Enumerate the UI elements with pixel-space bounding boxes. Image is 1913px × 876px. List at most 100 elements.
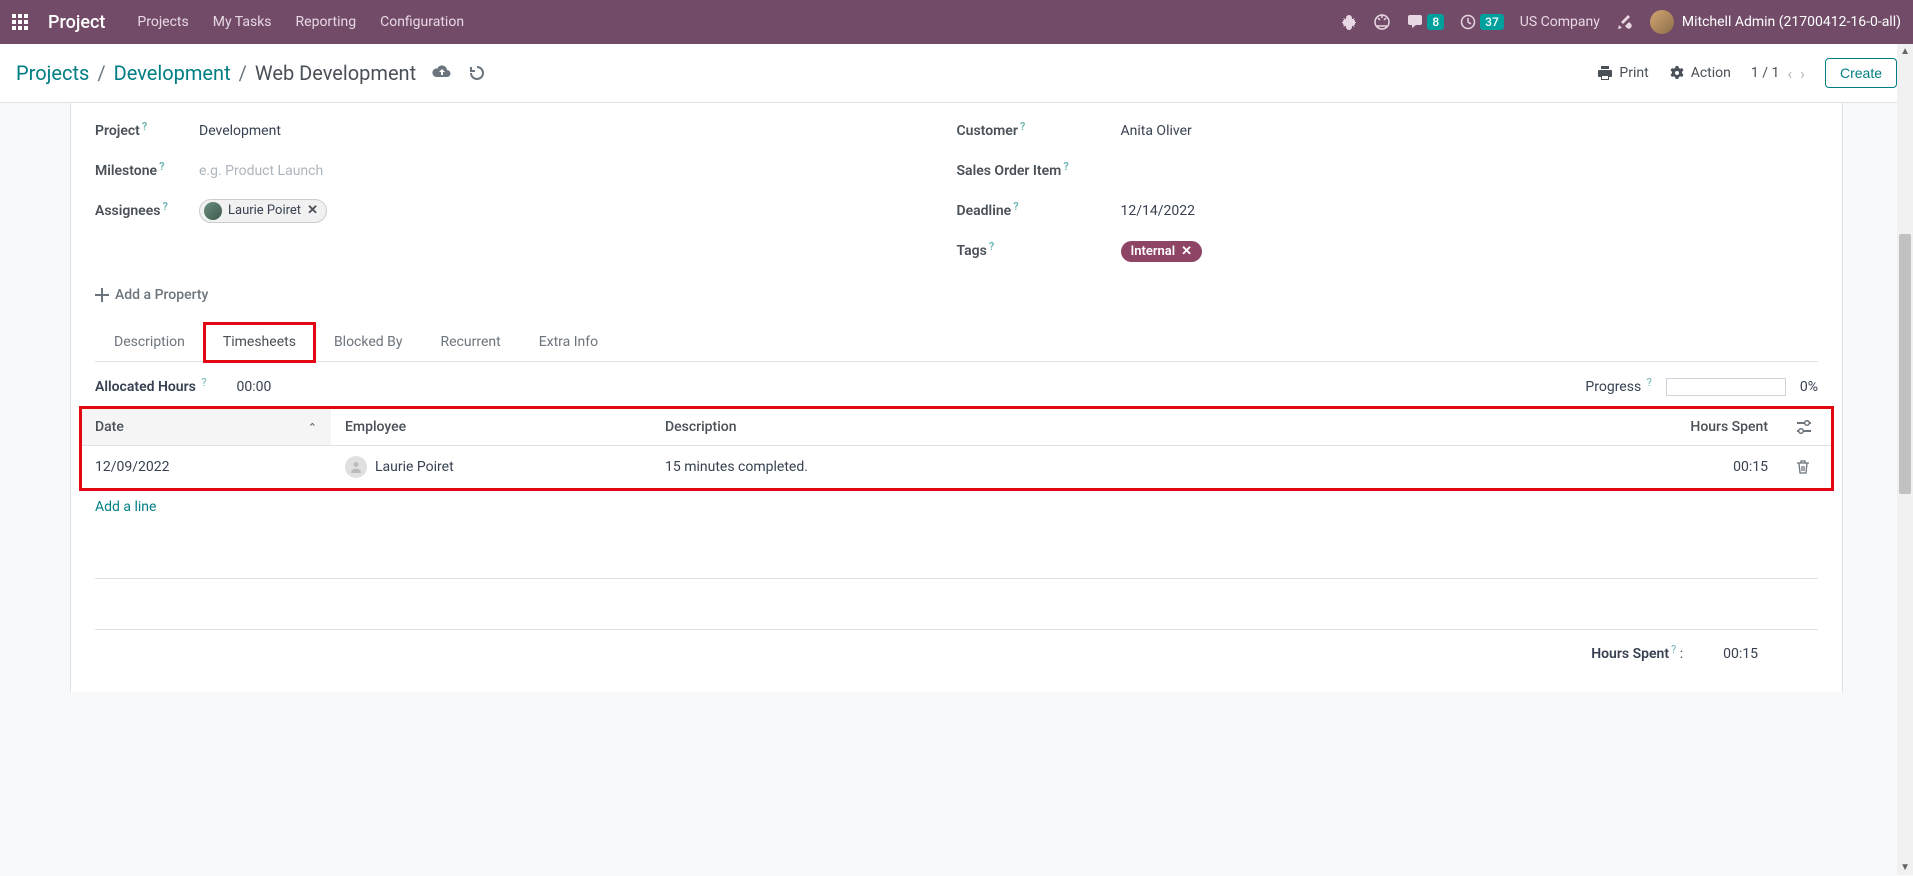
menu-projects[interactable]: Projects <box>137 14 188 30</box>
help-icon[interactable]: ? <box>1063 160 1068 173</box>
add-property-button[interactable]: Add a Property <box>71 271 1842 319</box>
table-header-row: Date⌃ Employee Description Hours Spent <box>81 409 1832 446</box>
tag-chip-internal[interactable]: Internal ✕ <box>1121 241 1203 262</box>
label-customer: Customer? <box>957 123 1117 139</box>
label-milestone: Milestone? <box>95 163 195 179</box>
cell-description[interactable]: 15 minutes completed. <box>651 446 1632 489</box>
label-allocated-hours: Allocated Hours <box>95 379 196 395</box>
help-icon[interactable]: ? <box>989 240 994 253</box>
form-wrapper: Project? Development Milestone? e.g. Pro… <box>0 103 1913 876</box>
support-icon[interactable] <box>1373 13 1391 31</box>
field-milestone[interactable]: e.g. Product Launch <box>195 163 957 179</box>
user-avatar <box>1650 10 1674 34</box>
cell-date[interactable]: 12/09/2022 <box>81 446 331 489</box>
app-brand[interactable]: Project <box>48 12 105 33</box>
field-deadline[interactable]: 12/14/2022 <box>1117 203 1819 219</box>
col-employee[interactable]: Employee <box>331 409 651 446</box>
navbar-menu: Projects My Tasks Reporting Configuratio… <box>137 14 464 30</box>
label-sales-order-item: Sales Order Item? <box>957 163 1117 179</box>
table-row[interactable]: 12/09/2022 Laurie Poiret 15 minutes comp… <box>81 446 1832 489</box>
bug-icon[interactable] <box>1341 14 1357 30</box>
help-icon[interactable]: ? <box>159 160 164 173</box>
tabs: Description Timesheets Blocked By Recurr… <box>95 323 1818 362</box>
label-progress: Progress <box>1585 379 1641 395</box>
form-sheet: Project? Development Milestone? e.g. Pro… <box>70 103 1843 692</box>
col-hours-spent[interactable]: Hours Spent <box>1632 409 1782 446</box>
menu-my-tasks[interactable]: My Tasks <box>213 14 272 30</box>
tab-extra-info[interactable]: Extra Info <box>520 323 617 361</box>
scrollbar[interactable]: ▲ ▼ <box>1897 44 1913 875</box>
cell-hours[interactable]: 00:15 <box>1632 446 1782 489</box>
col-description[interactable]: Description <box>651 409 1632 446</box>
help-icon[interactable]: ? <box>1020 120 1025 133</box>
totals-row: Hours Spent? : 00:15 <box>95 629 1818 662</box>
field-assignees[interactable]: Laurie Poiret ✕ <box>195 199 957 224</box>
discard-icon[interactable] <box>468 64 486 82</box>
top-navbar: Project Projects My Tasks Reporting Conf… <box>0 0 1913 44</box>
delete-row-icon[interactable] <box>1796 459 1818 475</box>
sort-asc-icon: ⌃ <box>308 421 317 434</box>
timesheet-table: Date⌃ Employee Description Hours Spent <box>81 408 1832 489</box>
add-line-button[interactable]: Add a line <box>71 489 1842 525</box>
help-icon[interactable]: ? <box>1671 643 1676 656</box>
messages-icon[interactable]: 8 <box>1407 14 1444 30</box>
col-settings[interactable] <box>1782 409 1832 446</box>
tab-recurrent[interactable]: Recurrent <box>421 323 519 361</box>
assignee-chip[interactable]: Laurie Poiret ✕ <box>199 199 327 223</box>
breadcrumb-sep: / <box>239 61 247 85</box>
timesheet-table-highlight: Date⌃ Employee Description Hours Spent <box>81 408 1832 489</box>
tab-description[interactable]: Description <box>95 323 204 361</box>
employee-avatar-icon <box>345 456 367 478</box>
cell-actions <box>1782 446 1832 489</box>
cloud-unsaved-icon[interactable] <box>432 64 452 82</box>
breadcrumb-development[interactable]: Development <box>114 61 231 85</box>
pager-prev[interactable]: ‹ <box>1787 64 1792 83</box>
field-customer[interactable]: Anita Oliver <box>1117 123 1819 139</box>
print-button[interactable]: Print <box>1597 65 1648 81</box>
help-icon[interactable]: ? <box>1647 376 1652 389</box>
user-menu[interactable]: Mitchell Admin (21700412-16-0-all) <box>1650 10 1901 34</box>
spacer <box>95 549 1818 579</box>
tools-icon[interactable] <box>1616 13 1634 31</box>
timesheet-header: Allocated Hours ? 00:00 Progress ? 0% <box>71 362 1842 408</box>
label-deadline: Deadline? <box>957 203 1117 219</box>
user-name: Mitchell Admin (21700412-16-0-all) <box>1682 14 1901 30</box>
remove-tag-icon[interactable]: ✕ <box>1181 244 1192 259</box>
tab-timesheets[interactable]: Timesheets <box>204 323 315 362</box>
breadcrumb-sep: / <box>97 61 105 85</box>
create-button[interactable]: Create <box>1825 58 1897 88</box>
help-icon[interactable]: ? <box>142 120 147 133</box>
progress-value: 0% <box>1800 379 1818 395</box>
help-icon[interactable]: ? <box>201 376 206 389</box>
activities-badge: 37 <box>1480 14 1504 30</box>
field-project[interactable]: Development <box>195 123 957 139</box>
pager: 1 / 1 ‹ › <box>1751 64 1805 83</box>
label-assignees: Assignees? <box>95 203 195 219</box>
activities-icon[interactable]: 37 <box>1460 14 1504 30</box>
breadcrumb-projects[interactable]: Projects <box>16 61 89 85</box>
apps-icon[interactable] <box>12 14 28 30</box>
scrollbar-thumb[interactable] <box>1899 234 1911 494</box>
messages-badge: 8 <box>1427 14 1444 30</box>
menu-configuration[interactable]: Configuration <box>380 14 464 30</box>
remove-assignee-icon[interactable]: ✕ <box>307 203 318 218</box>
scroll-up-icon[interactable]: ▲ <box>1900 46 1910 57</box>
help-icon[interactable]: ? <box>162 200 167 213</box>
total-hours-label: Hours Spent <box>1591 646 1669 662</box>
menu-reporting[interactable]: Reporting <box>296 14 357 30</box>
pager-next[interactable]: › <box>1800 64 1805 83</box>
pager-text[interactable]: 1 / 1 <box>1751 65 1779 81</box>
columns-settings-icon[interactable] <box>1796 420 1818 434</box>
label-project: Project? <box>95 123 195 139</box>
action-button[interactable]: Action <box>1669 65 1731 81</box>
company-selector[interactable]: US Company <box>1520 14 1600 30</box>
assignee-name: Laurie Poiret <box>228 203 301 218</box>
breadcrumb-current: Web Development <box>255 61 416 85</box>
field-tags[interactable]: Internal ✕ <box>1117 241 1819 262</box>
help-icon[interactable]: ? <box>1013 200 1018 213</box>
scroll-down-icon[interactable]: ▼ <box>1900 862 1910 873</box>
cell-employee[interactable]: Laurie Poiret <box>331 446 651 489</box>
allocated-hours-value[interactable]: 00:00 <box>237 379 272 395</box>
tab-blocked-by[interactable]: Blocked By <box>315 323 422 361</box>
col-date[interactable]: Date⌃ <box>81 409 331 446</box>
